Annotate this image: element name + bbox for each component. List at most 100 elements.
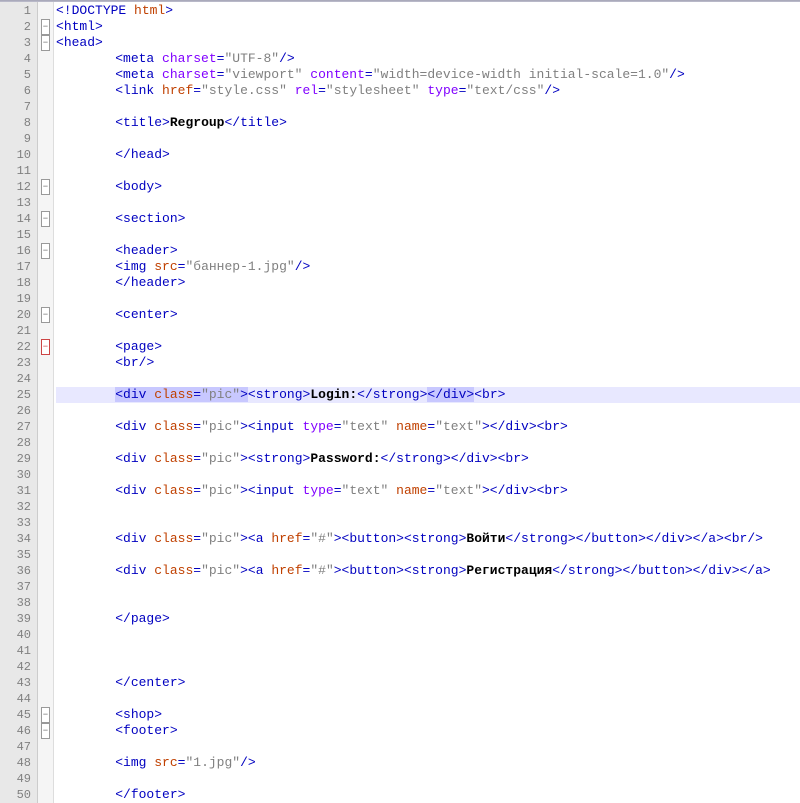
code-line[interactable] <box>56 595 800 611</box>
code-line[interactable]: <html> <box>56 19 800 35</box>
code-line[interactable]: <!DOCTYPE html> <box>56 3 800 19</box>
fold-cell[interactable] <box>38 595 53 611</box>
code-line[interactable]: <section> <box>56 211 800 227</box>
code-line[interactable]: <div class="pic"><input type="text" name… <box>56 419 800 435</box>
code-line[interactable]: <meta charset="viewport" content="width=… <box>56 67 800 83</box>
fold-cell[interactable]: − <box>38 35 53 51</box>
fold-cell[interactable]: − <box>38 307 53 323</box>
fold-cell[interactable] <box>38 771 53 787</box>
code-line[interactable]: <center> <box>56 307 800 323</box>
code-line[interactable] <box>56 739 800 755</box>
fold-cell[interactable]: − <box>38 339 53 355</box>
code-line[interactable] <box>56 371 800 387</box>
fold-cell[interactable] <box>38 371 53 387</box>
fold-cell[interactable] <box>38 515 53 531</box>
fold-cell[interactable]: − <box>38 243 53 259</box>
fold-cell[interactable] <box>38 499 53 515</box>
fold-cell[interactable] <box>38 611 53 627</box>
code-line[interactable]: <page> <box>56 339 800 355</box>
editor-area[interactable]: 1234567891011121314151617181920212223242… <box>0 2 800 803</box>
fold-cell[interactable] <box>38 387 53 403</box>
fold-toggle-icon[interactable]: − <box>41 19 50 35</box>
fold-toggle-icon[interactable]: − <box>41 243 50 259</box>
code-line[interactable]: <header> <box>56 243 800 259</box>
code-line[interactable]: <link href="style.css" rel="stylesheet" … <box>56 83 800 99</box>
fold-cell[interactable] <box>38 83 53 99</box>
code-line[interactable] <box>56 467 800 483</box>
fold-cell[interactable] <box>38 275 53 291</box>
fold-cell[interactable] <box>38 435 53 451</box>
code-line[interactable]: <footer> <box>56 723 800 739</box>
fold-cell[interactable] <box>38 355 53 371</box>
code-line[interactable]: </page> <box>56 611 800 627</box>
fold-cell[interactable] <box>38 531 53 547</box>
fold-column[interactable]: −−−−−−−−− <box>38 2 54 803</box>
fold-cell[interactable] <box>38 547 53 563</box>
code-line[interactable] <box>56 643 800 659</box>
fold-cell[interactable] <box>38 755 53 771</box>
fold-cell[interactable] <box>38 739 53 755</box>
code-line[interactable] <box>56 547 800 563</box>
code-line[interactable] <box>56 515 800 531</box>
fold-cell[interactable]: − <box>38 707 53 723</box>
fold-toggle-icon[interactable]: − <box>41 339 50 355</box>
fold-cell[interactable]: − <box>38 723 53 739</box>
fold-toggle-icon[interactable]: − <box>41 307 50 323</box>
code-line[interactable] <box>56 131 800 147</box>
code-line[interactable]: <img src="баннер-1.jpg"/> <box>56 259 800 275</box>
fold-cell[interactable] <box>38 467 53 483</box>
fold-toggle-icon[interactable]: − <box>41 707 50 723</box>
code-line[interactable]: </header> <box>56 275 800 291</box>
fold-cell[interactable] <box>38 259 53 275</box>
code-line[interactable]: <div class="pic"><strong>Password:</stro… <box>56 451 800 467</box>
code-line[interactable]: <img src="1.jpg"/> <box>56 755 800 771</box>
code-line[interactable]: <body> <box>56 179 800 195</box>
fold-cell[interactable] <box>38 163 53 179</box>
code-line[interactable] <box>56 403 800 419</box>
code-line[interactable] <box>56 435 800 451</box>
fold-cell[interactable] <box>38 51 53 67</box>
fold-cell[interactable] <box>38 627 53 643</box>
fold-cell[interactable]: − <box>38 211 53 227</box>
fold-cell[interactable]: − <box>38 19 53 35</box>
fold-cell[interactable] <box>38 419 53 435</box>
fold-cell[interactable] <box>38 579 53 595</box>
fold-cell[interactable] <box>38 67 53 83</box>
code-line[interactable] <box>56 771 800 787</box>
fold-cell[interactable] <box>38 563 53 579</box>
code-line[interactable] <box>56 499 800 515</box>
fold-cell[interactable] <box>38 227 53 243</box>
code-line[interactable]: <meta charset="UTF-8"/> <box>56 51 800 67</box>
code-line[interactable] <box>56 691 800 707</box>
fold-cell[interactable] <box>38 323 53 339</box>
fold-cell[interactable] <box>38 147 53 163</box>
code-line[interactable] <box>56 195 800 211</box>
code-line[interactable]: <shop> <box>56 707 800 723</box>
code-line[interactable]: </center> <box>56 675 800 691</box>
code-line[interactable]: <title>Regroup</title> <box>56 115 800 131</box>
fold-cell[interactable] <box>38 787 53 803</box>
code-line[interactable]: <div class="pic"><strong>Login:</strong>… <box>56 387 800 403</box>
code-line[interactable] <box>56 163 800 179</box>
fold-cell[interactable] <box>38 643 53 659</box>
fold-cell[interactable] <box>38 691 53 707</box>
fold-toggle-icon[interactable]: − <box>41 211 50 227</box>
code-line[interactable]: <br/> <box>56 355 800 371</box>
code-line[interactable] <box>56 227 800 243</box>
fold-cell[interactable] <box>38 131 53 147</box>
code-line[interactable]: <div class="pic"><a href="#"><button><st… <box>56 563 800 579</box>
fold-toggle-icon[interactable]: − <box>41 723 50 739</box>
code-line[interactable]: <head> <box>56 35 800 51</box>
fold-cell[interactable] <box>38 195 53 211</box>
fold-cell[interactable] <box>38 403 53 419</box>
fold-cell[interactable] <box>38 99 53 115</box>
code-line[interactable] <box>56 579 800 595</box>
code-line[interactable]: </footer> <box>56 787 800 803</box>
code-line[interactable]: <div class="pic"><input type="text" name… <box>56 483 800 499</box>
fold-cell[interactable] <box>38 483 53 499</box>
code-line[interactable]: </head> <box>56 147 800 163</box>
code-line[interactable] <box>56 627 800 643</box>
fold-cell[interactable] <box>38 675 53 691</box>
code-line[interactable]: <div class="pic"><a href="#"><button><st… <box>56 531 800 547</box>
fold-cell[interactable] <box>38 291 53 307</box>
